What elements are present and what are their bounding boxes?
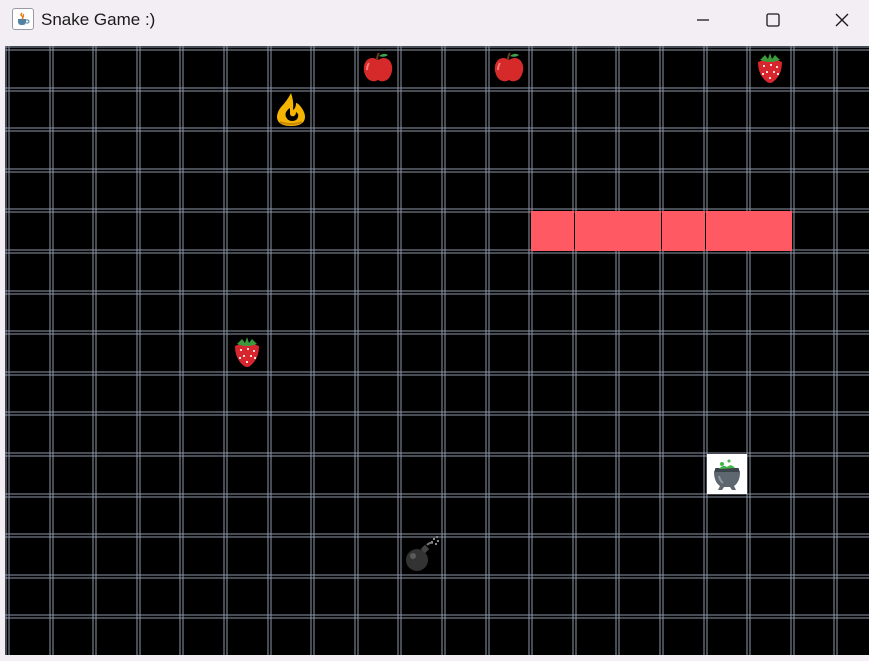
snake-segment (662, 211, 705, 251)
title-bar: Snake Game :) (0, 0, 869, 40)
snake-segment (531, 211, 574, 251)
snake-segment (618, 211, 661, 251)
bomb-icon (401, 535, 441, 575)
maximize-button[interactable] (738, 0, 808, 40)
window-bottom-edge (0, 655, 869, 661)
snake-segment (575, 211, 618, 251)
minimize-button[interactable] (668, 0, 738, 40)
strawberry-icon (750, 48, 790, 88)
java-cup-icon (12, 8, 34, 30)
apple-icon (489, 48, 529, 88)
window-title: Snake Game :) (41, 10, 156, 29)
snake-head (749, 211, 792, 251)
strawberry-icon (227, 332, 267, 372)
snake-segment (706, 211, 749, 251)
game-board[interactable] (5, 46, 869, 655)
fire-icon (271, 89, 311, 129)
close-icon (835, 13, 849, 27)
minimize-icon (697, 19, 709, 21)
close-button[interactable] (808, 0, 869, 40)
maximize-icon (766, 13, 780, 27)
apple-icon (358, 48, 398, 88)
cauldron-icon (707, 454, 747, 494)
